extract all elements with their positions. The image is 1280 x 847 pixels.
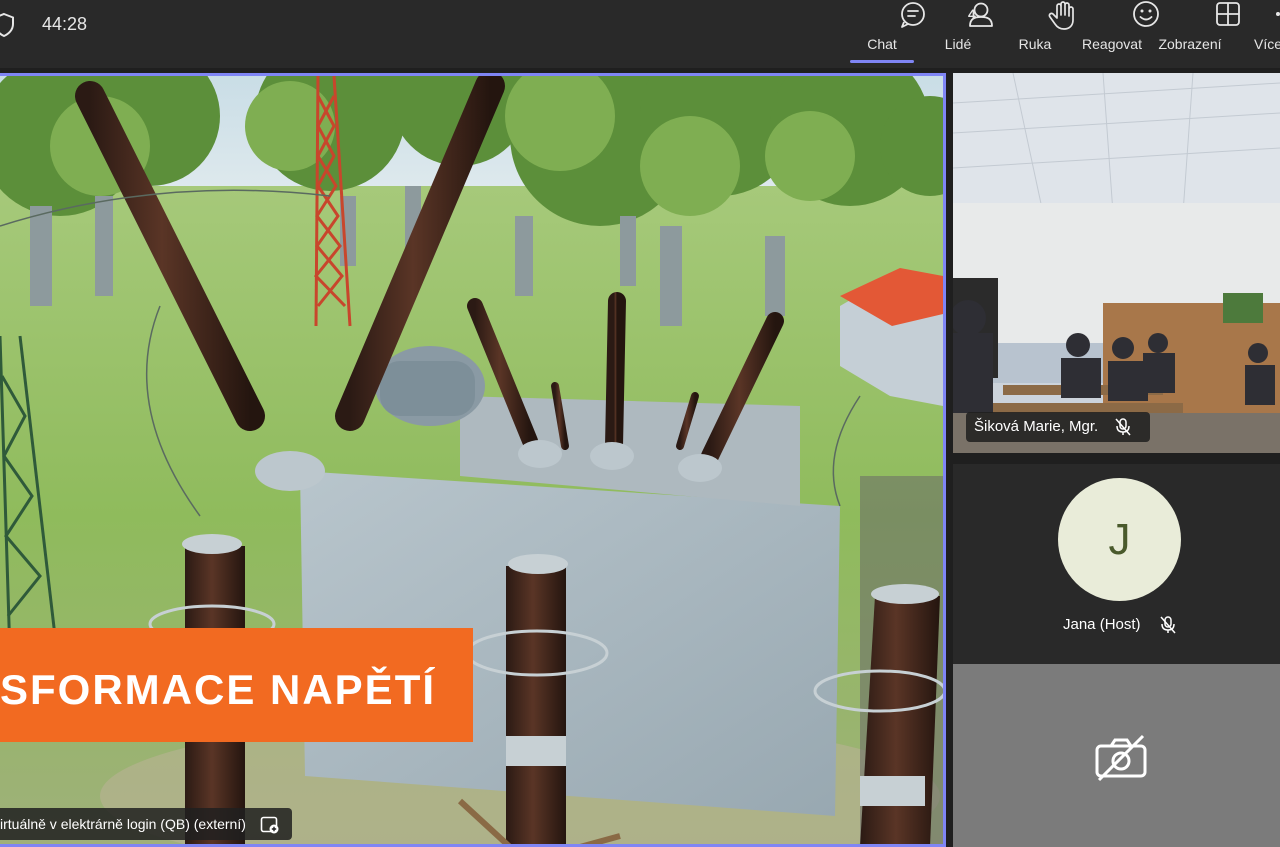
more-icon xyxy=(1276,12,1280,16)
presenter-name-tag: irtuálně v elektrárně login (QB) (extern… xyxy=(0,808,292,840)
presenter-name: irtuálně v elektrárně login (QB) (extern… xyxy=(0,816,246,832)
people-button[interactable]: Lidé xyxy=(928,0,993,68)
avatar: J xyxy=(1058,478,1181,601)
raise-hand-label: Ruka xyxy=(1018,36,1052,52)
classroom-video xyxy=(953,73,1280,453)
react-button[interactable]: Reagovat xyxy=(1078,0,1159,68)
camera-off-icon xyxy=(1095,734,1147,782)
more-button[interactable]: Více xyxy=(1240,0,1280,68)
raise-hand-button[interactable]: Ruka xyxy=(1006,0,1074,68)
people-count-badge: 4 xyxy=(968,6,976,22)
participant-name: Šiková Marie, Mgr. xyxy=(974,418,1099,435)
shield-icon xyxy=(0,12,14,38)
mic-off-icon xyxy=(1160,616,1176,634)
participant-name-tag: Jana (Host) xyxy=(1063,616,1181,634)
chat-label: Chat xyxy=(867,36,897,52)
chat-button[interactable]: Chat xyxy=(850,0,925,68)
participant-name-tag: Šiková Marie, Mgr. xyxy=(966,412,1151,442)
mic-off-icon xyxy=(1115,418,1131,436)
active-tab-indicator xyxy=(850,60,914,63)
more-label: Více xyxy=(1254,36,1280,52)
meeting-toolbar: 44:28 Chat Lidé 4 Ruka Reagovat Zobrazen… xyxy=(0,0,1280,68)
react-label: Reagovat xyxy=(1082,36,1142,52)
view-button[interactable]: Zobrazení xyxy=(1152,0,1240,68)
people-label: Lidé xyxy=(944,36,972,52)
view-label: Zobrazení xyxy=(1158,36,1222,52)
self-video-tile[interactable] xyxy=(953,664,1280,847)
participant-video-tile[interactable] xyxy=(953,73,1280,453)
shared-content-stage: SFORMACE NAPĚTÍ irtuálně v elektrárně lo… xyxy=(0,73,946,847)
title-banner-text: SFORMACE NAPĚTÍ xyxy=(0,666,437,713)
meeting-timer: 44:28 xyxy=(42,14,88,34)
participant-name: Jana (Host) xyxy=(1063,616,1141,633)
external-user-icon xyxy=(260,816,279,834)
